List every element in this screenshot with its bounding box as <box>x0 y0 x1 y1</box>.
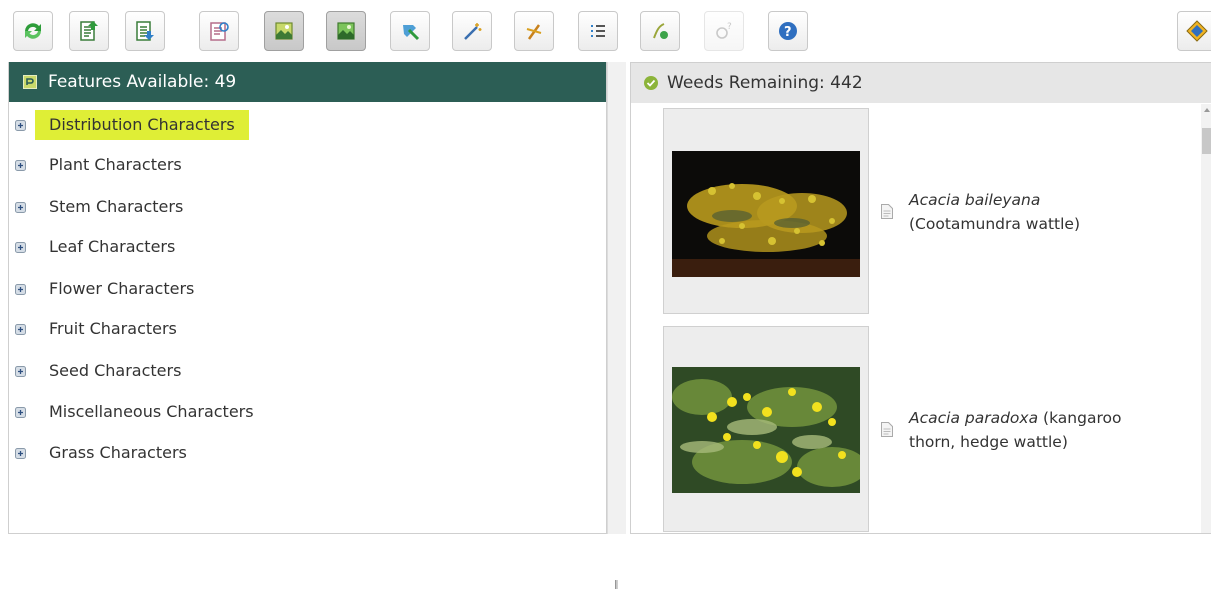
differences-button[interactable]: ? <box>704 11 744 51</box>
weed-name[interactable]: Acacia baileyana (Cootamundra wattle) <box>909 188 1159 236</box>
feature-group-label[interactable]: Distribution Characters <box>35 110 249 140</box>
feature-group-label[interactable]: Miscellaneous Characters <box>35 397 268 427</box>
view-images-button[interactable] <box>264 11 304 51</box>
ordered-features-button[interactable] <box>125 11 165 51</box>
acacia-paradoxa-photo[interactable] <box>672 367 860 493</box>
list-button[interactable] <box>578 11 618 51</box>
options-icon <box>1186 20 1208 42</box>
weed-name[interactable]: Acacia paradoxa (kangaroo thorn, hedge w… <box>909 406 1159 454</box>
feature-group-label[interactable]: Stem Characters <box>35 192 197 222</box>
features-available-label: Features Available: 49 <box>48 72 237 92</box>
prune-icon <box>526 24 542 40</box>
document-icon[interactable] <box>881 422 893 437</box>
options-button[interactable] <box>1177 11 1211 51</box>
weed-scientific-name[interactable]: Acacia baileyana <box>909 191 1040 209</box>
expand-icon[interactable] <box>15 407 26 418</box>
weeds-header: Weeds Remaining: 442 <box>631 62 1211 103</box>
expand-icon[interactable] <box>15 242 26 253</box>
diagnose-icon <box>653 23 668 39</box>
document-icon[interactable] <box>881 204 893 219</box>
prune-button[interactable] <box>514 11 554 51</box>
find-icon <box>403 25 420 41</box>
check-circle-icon <box>644 76 658 90</box>
features-header: Features Available: 49 <box>9 62 606 102</box>
expand-icon[interactable] <box>15 284 26 295</box>
restart-icon <box>25 23 41 39</box>
splitter-grip-icon[interactable]: ‖ <box>614 580 619 590</box>
features-panel: Features Available: 49 Distribution Char… <box>8 62 607 534</box>
weed-scientific-name[interactable]: Acacia paradoxa <box>909 409 1038 427</box>
view-images-icon <box>275 22 293 40</box>
weeds-scrollbar[interactable] <box>1201 104 1211 533</box>
expand-icon[interactable] <box>15 366 26 377</box>
find-button[interactable] <box>390 11 430 51</box>
expand-icon[interactable] <box>15 120 26 131</box>
feature-group-label[interactable]: Plant Characters <box>35 150 196 180</box>
magic-wand-icon <box>464 23 482 40</box>
feature-group-label[interactable]: Flower Characters <box>35 274 208 304</box>
expand-icon[interactable] <box>15 202 26 213</box>
feature-group-label[interactable]: Seed Characters <box>35 356 195 386</box>
separate-icon <box>210 22 229 41</box>
scroll-up-arrow-icon[interactable] <box>1204 108 1210 112</box>
list-icon <box>591 25 605 37</box>
weed-card[interactable] <box>663 108 869 314</box>
best-features-icon <box>80 21 98 41</box>
expand-icon[interactable] <box>15 448 26 459</box>
acacia-baileyana-photo[interactable] <box>672 151 860 277</box>
restart-button[interactable] <box>13 11 53 51</box>
weed-common-name: (Cootamundra wattle) <box>909 215 1081 233</box>
weeds-panel: Weeds Remaining: 442 Acacia baileyana (C… <box>630 62 1211 534</box>
ordered-features-icon <box>136 21 154 41</box>
view-images-alt-icon <box>337 22 355 40</box>
toolbar: ? ? <box>0 0 1211 60</box>
feature-group-label[interactable]: Fruit Characters <box>35 314 191 344</box>
differences-icon: ? <box>716 22 732 39</box>
feature-group-label[interactable]: Grass Characters <box>35 438 201 468</box>
view-images-alt-button[interactable] <box>326 11 366 51</box>
scrollbar-thumb[interactable] <box>1202 128 1211 154</box>
svg-text:?: ? <box>727 22 732 32</box>
expand-icon[interactable] <box>15 160 26 171</box>
help-icon: ? <box>779 22 797 40</box>
weeds-remaining-label: Weeds Remaining: 442 <box>667 73 863 93</box>
weed-card[interactable] <box>663 326 869 532</box>
best-features-button[interactable] <box>69 11 109 51</box>
separate-button[interactable] <box>199 11 239 51</box>
magic-wand-button[interactable] <box>452 11 492 51</box>
feature-group-label[interactable]: Leaf Characters <box>35 232 189 262</box>
expand-icon[interactable] <box>15 324 26 335</box>
features-icon <box>23 75 37 89</box>
help-button[interactable]: ? <box>768 11 808 51</box>
panel-splitter[interactable]: ‖ <box>607 62 626 590</box>
diagnose-button[interactable] <box>640 11 680 51</box>
svg-text:?: ? <box>784 25 792 40</box>
